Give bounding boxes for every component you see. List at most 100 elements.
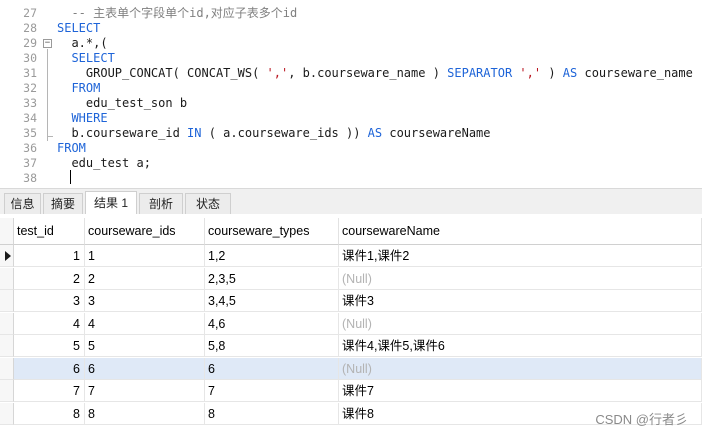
cell-courseware_ids[interactable]: 3 — [85, 290, 205, 312]
code-text: a.*,( — [57, 36, 108, 51]
cell-courseware_ids[interactable]: 6 — [85, 357, 205, 380]
sql-token: a.*,( — [57, 36, 108, 50]
cell-courseware_types[interactable]: 3,4,5 — [205, 290, 339, 312]
cell-coursewareName[interactable]: (Null) — [339, 312, 702, 335]
sql-token: edu_test_son b — [57, 96, 188, 110]
code-text: edu_test a; — [57, 156, 151, 171]
table-row[interactable]: 5 5 5,8 课件4,课件5,课件6 — [0, 335, 702, 358]
cell-test_id[interactable]: 4 — [14, 312, 85, 335]
cell-courseware_types[interactable]: 2,3,5 — [205, 267, 339, 290]
sql-keyword: SELECT — [71, 51, 115, 65]
line-number: 37 — [23, 156, 37, 170]
cell-test_id[interactable]: 6 — [14, 357, 85, 380]
cell-coursewareName[interactable]: 课件7 — [339, 380, 702, 402]
cell-coursewareName[interactable]: 课件1,课件2 — [339, 245, 702, 267]
row-indicator[interactable] — [0, 290, 14, 312]
cell-courseware_ids[interactable]: 8 — [85, 402, 205, 425]
sql-keyword: FROM — [71, 81, 101, 95]
cell-courseware_types[interactable]: 7 — [205, 380, 339, 402]
cell-test_id[interactable]: 2 — [14, 267, 85, 290]
table-row[interactable]: 4 4 4,6 (Null) — [0, 312, 702, 336]
tab-2[interactable]: 摘要 — [43, 193, 83, 214]
row-indicator[interactable] — [0, 380, 14, 402]
line-number: 30 — [23, 51, 37, 65]
line-number: 27 — [23, 6, 37, 20]
line-number: 29 — [23, 36, 37, 50]
code-text: GROUP_CONCAT( CONCAT_WS( ',', b.coursewa… — [57, 66, 693, 81]
cell-coursewareName[interactable]: 课件4,课件5,课件6 — [339, 335, 702, 357]
cell-courseware_types[interactable]: 8 — [205, 402, 339, 425]
cell-test_id[interactable]: 5 — [14, 335, 85, 357]
table-row[interactable]: 3 3 3,4,5 课件3 — [0, 290, 702, 313]
result-grid[interactable]: test_id courseware_ids courseware_types cou… — [0, 214, 702, 438]
code-text: SELECT — [57, 21, 100, 36]
sql-token: coursewareName — [382, 126, 491, 140]
code-text: -- 主表单个字段单个id,对应子表多个id — [57, 6, 297, 21]
cell-test_id[interactable]: 8 — [14, 402, 85, 425]
column-header-courseware_types[interactable]: courseware_types — [205, 218, 339, 245]
tab-5[interactable]: 状态 — [185, 193, 231, 214]
watermark-text: CSDN @行者彡 — [595, 412, 688, 427]
table-row[interactable]: 1 1 1,2 课件1,课件2 — [0, 245, 702, 268]
text-caret — [70, 170, 71, 184]
row-indicator[interactable] — [0, 402, 14, 425]
column-header-test_id[interactable]: test_id — [14, 218, 85, 245]
tab-4[interactable]: 剖析 — [139, 193, 183, 214]
sql-token: b.courseware_id — [57, 126, 188, 140]
cell-test_id[interactable]: 7 — [14, 380, 85, 402]
sql-string: ',' — [519, 66, 542, 80]
cell-courseware_ids[interactable]: 1 — [85, 245, 205, 267]
cell-courseware_types[interactable]: 5,8 — [205, 335, 339, 357]
fold-guide-end — [47, 136, 53, 137]
sql-keyword: FROM — [57, 141, 86, 155]
sql-string: ',' — [266, 66, 289, 80]
cell-courseware_ids[interactable]: 7 — [85, 380, 205, 402]
table-row[interactable]: 7 7 7 课件7 — [0, 380, 702, 403]
cell-coursewareName[interactable]: 课件3 — [339, 290, 702, 312]
column-header-courseware_ids[interactable]: courseware_ids — [85, 218, 205, 245]
cell-courseware_ids[interactable]: 2 — [85, 267, 205, 290]
column-header-coursewareName[interactable]: coursewareName — [339, 218, 702, 245]
cell-courseware_ids[interactable]: 5 — [85, 335, 205, 357]
cell-test_id[interactable]: 1 — [14, 245, 85, 267]
row-indicator[interactable] — [0, 335, 14, 357]
code-text: edu_test_son b — [57, 96, 187, 111]
fold-guide — [47, 49, 48, 141]
row-indicator[interactable] — [0, 357, 14, 380]
tab-3[interactable]: 结果 1 — [85, 191, 137, 215]
cell-courseware_types[interactable]: 6 — [205, 357, 339, 380]
line-number: 38 — [23, 171, 37, 185]
sql-comment: -- 主表单个字段单个id,对应子表多个id — [71, 6, 298, 20]
row-indicator[interactable] — [0, 312, 14, 335]
sql-token: , b.courseware_name ) — [288, 66, 448, 80]
code-text: WHERE — [57, 111, 107, 126]
code-text: SELECT — [57, 51, 115, 66]
current-row-arrow-icon — [5, 251, 11, 261]
table-row[interactable]: 6 6 6 (Null) — [0, 357, 702, 380]
sql-keyword: SEPARATOR — [447, 66, 513, 80]
result-tabs: 信息 摘要 结果 1 剖析 状态 — [0, 188, 702, 215]
sql-keyword: AS — [367, 126, 383, 140]
line-number: 35 — [23, 126, 37, 140]
line-number: 31 — [23, 66, 37, 80]
sql-token: ( a.courseware_ids )) — [201, 126, 368, 140]
cell-courseware_types[interactable]: 4,6 — [205, 312, 339, 335]
line-number: 36 — [23, 141, 37, 155]
sql-keyword: IN — [187, 126, 202, 140]
fold-toggle-icon[interactable]: − — [43, 39, 52, 48]
cell-courseware_types[interactable]: 1,2 — [205, 245, 339, 267]
cell-courseware_ids[interactable]: 4 — [85, 312, 205, 335]
cell-test_id[interactable]: 3 — [14, 290, 85, 312]
tab-1[interactable]: 信息 — [4, 193, 41, 214]
row-indicator[interactable] — [0, 245, 14, 267]
cell-coursewareName[interactable]: (Null) — [339, 267, 702, 290]
table-row[interactable]: 2 2 2,3,5 (Null) — [0, 267, 702, 291]
sql-token: edu_test a; — [57, 156, 151, 170]
row-indicator[interactable] — [0, 267, 14, 290]
sql-editor[interactable]: 27 -- 主表单个字段单个id,对应子表多个id 28 SELECT 29 a.*,… — [0, 0, 702, 188]
cell-coursewareName[interactable]: (Null) — [339, 357, 702, 380]
